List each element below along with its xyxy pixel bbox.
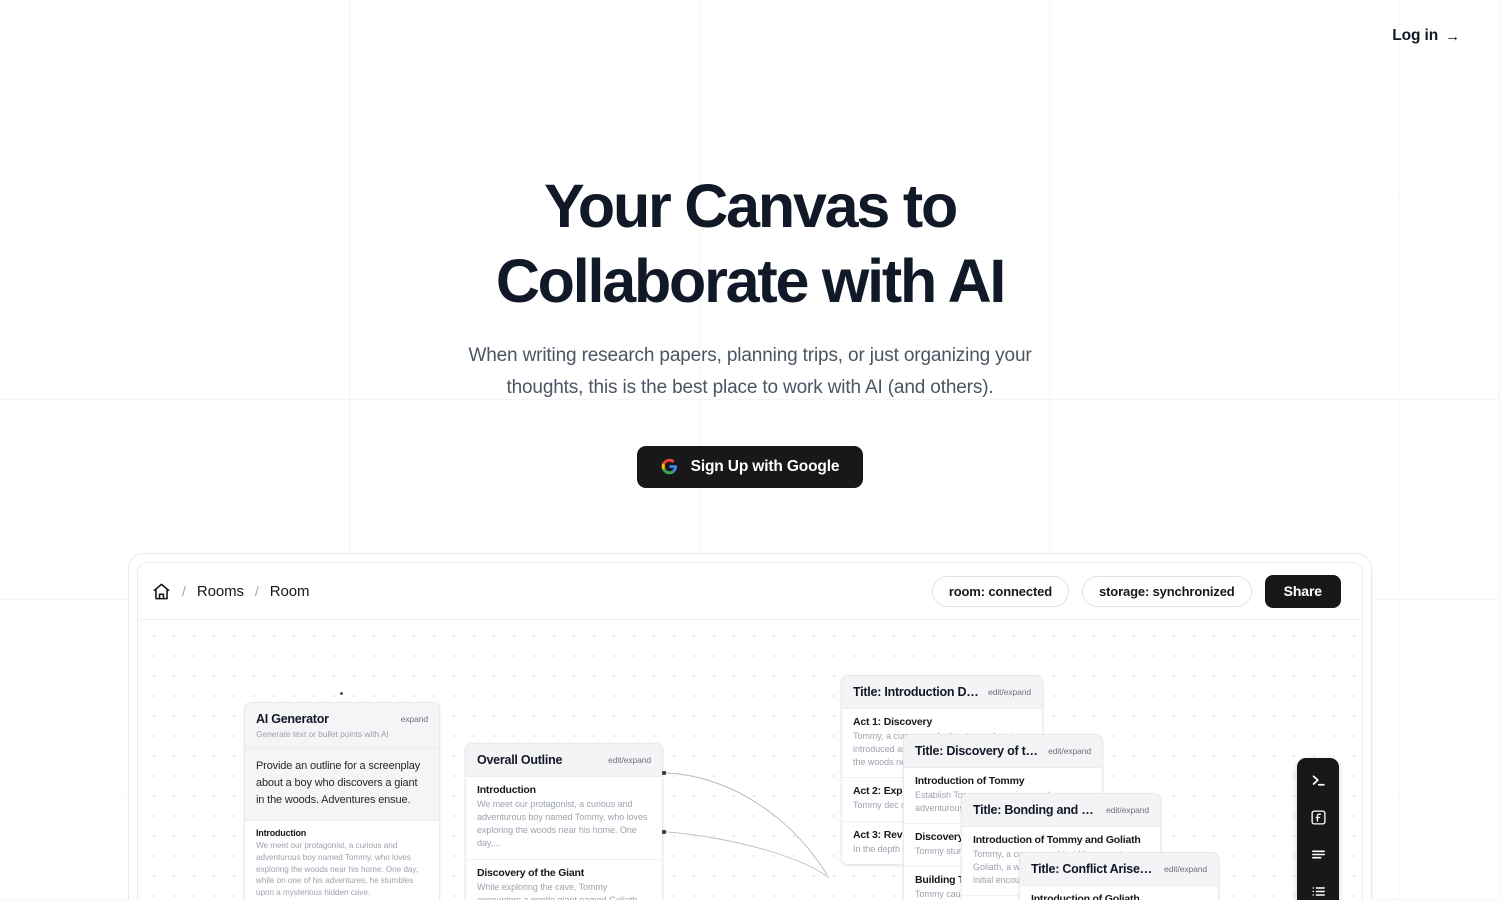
text-block-tool-button[interactable] (1303, 839, 1333, 869)
node-section-title: Introduction (256, 828, 307, 839)
node-edit-expand-button[interactable]: edit/expand (608, 753, 651, 765)
node-section: Introduction We meet our protagonist, a … (466, 777, 662, 860)
node-edit-expand-button[interactable]: edit/expand (1048, 744, 1091, 756)
node-section: Introduction of Goliath Tommy encounters… (1020, 886, 1218, 900)
node-header: AI Generator Generate text or bullet poi… (245, 703, 439, 749)
cta-container: Sign Up with Google (0, 445, 1500, 488)
hero-title-line-1: Your Canvas to (543, 172, 958, 240)
node-header-texts: Title: Conflict Arises De... (1031, 862, 1156, 876)
paragraph-lines-icon (1310, 846, 1327, 863)
page-title: Your Canvas to Collaborate with AI (0, 176, 1500, 312)
node-connector-handle[interactable] (662, 771, 666, 775)
node-connector-handle[interactable] (662, 830, 666, 834)
node-body: Provide an outline for a screenplay abou… (245, 749, 439, 900)
ai-prompt-tool-button[interactable] (1303, 765, 1333, 795)
terminal-prompt-icon (1310, 772, 1327, 789)
function-tool-button[interactable] (1303, 802, 1333, 832)
app-toolbar-right: room: connected storage: synchronized Sh… (931, 574, 1341, 608)
node-section-title: Act 1: Discovery (853, 716, 933, 728)
node-section: Introduction We meet our protagonist, a … (245, 821, 439, 900)
share-button[interactable]: Share (1264, 574, 1341, 608)
list-block-tool-button[interactable] (1303, 876, 1333, 900)
function-box-icon (1310, 809, 1327, 826)
node-section-title: Discovery of the Giant (477, 866, 585, 879)
node-section-text: We meet our protagonist, a curious and a… (256, 841, 418, 898)
node-title: AI Generator (256, 712, 329, 726)
canvas-node-overall-outline[interactable]: Overall Outline edit/expand Introduction… (465, 743, 663, 900)
node-section-title: Introduction (477, 784, 536, 796)
node-edit-expand-button[interactable]: edit/expand (988, 685, 1031, 697)
page-root: Log in → Your Canvas to Collaborate with… (0, 0, 1500, 900)
hero-title-line-2: Collaborate with AI (495, 247, 1007, 315)
node-header-texts: Overall Outline (477, 753, 600, 767)
app-window-inner: / Rooms / Room room: connected storage: … (137, 562, 1363, 900)
node-header-texts: Title: Discovery of the G... (915, 744, 1040, 758)
sign-up-label: Sign Up with Google (690, 457, 840, 475)
node-section-title: Introduction of Tommy and Goliath (973, 834, 1141, 846)
node-body: Introduction of Goliath Tommy encounters… (1020, 886, 1218, 900)
node-section-text: While exploring the cave, Tommy encounte… (477, 881, 640, 900)
node-header: Title: Introduction Descr... edit/expand (842, 676, 1042, 709)
home-icon[interactable] (152, 582, 171, 601)
node-title: Overall Outline (477, 753, 563, 767)
node-header-texts: AI Generator Generate text or bullet poi… (256, 712, 393, 739)
node-edit-expand-button[interactable]: edit/expand (1164, 862, 1207, 874)
canvas-node-ai-generator[interactable]: AI Generator Generate text or bullet poi… (244, 702, 440, 900)
status-badge-storage: storage: synchronized (1082, 575, 1252, 607)
canvas-node-conflict-arises[interactable]: Title: Conflict Arises De... edit/expand… (1019, 852, 1219, 900)
node-title: Title: Bonding and First ... (973, 803, 1098, 817)
node-subtitle: Generate text or bullet points with AI (256, 729, 389, 739)
breadcrumb-item-room[interactable]: Room (270, 583, 310, 600)
node-title: Title: Introduction Descr... (853, 685, 980, 699)
app-toolbar: / Rooms / Room room: connected storage: … (138, 563, 1362, 620)
node-section-title: Introduction of Tommy (915, 775, 1025, 787)
breadcrumb-item-rooms[interactable]: Rooms (197, 583, 244, 600)
node-header: Title: Discovery of the G... edit/expand (904, 735, 1102, 768)
node-header: Overall Outline edit/expand (466, 744, 662, 777)
status-badge-room: room: connected (931, 575, 1070, 607)
canvas-tool-rail (1297, 758, 1339, 900)
node-section-title: Introduction of Goliath (1031, 893, 1140, 900)
node-title: Title: Discovery of the G... (915, 744, 1040, 758)
node-header-texts: Title: Introduction Descr... (853, 685, 980, 699)
node-prompt-text[interactable]: Provide an outline for a screenplay abou… (245, 749, 439, 822)
breadcrumb: / Rooms / Room (152, 582, 310, 601)
node-header: Title: Bonding and First ... edit/expand (962, 794, 1160, 827)
bullet-list-icon (1310, 883, 1327, 900)
node-section: Discovery of the Giant While exploring t… (466, 860, 662, 900)
collaborative-canvas[interactable]: AI Generator Generate text or bullet poi… (138, 620, 1362, 900)
node-body: Introduction We meet our protagonist, a … (466, 777, 662, 900)
node-header-texts: Title: Bonding and First ... (973, 803, 1098, 817)
hero-section: Your Canvas to Collaborate with AI When … (0, 0, 1500, 488)
hero-subtitle: When writing research papers, planning t… (468, 345, 1032, 398)
node-header: Title: Conflict Arises De... edit/expand (1020, 853, 1218, 886)
node-edit-expand-button[interactable]: edit/expand (1106, 803, 1149, 815)
node-section-text: We meet our protagonist, a curious and a… (477, 799, 648, 849)
node-connector-dot[interactable] (340, 692, 343, 695)
app-window-preview: / Rooms / Room room: connected storage: … (128, 553, 1372, 900)
node-expand-button[interactable]: expand (401, 712, 428, 724)
breadcrumb-separator-2: / (254, 583, 259, 599)
google-g-icon (661, 458, 678, 475)
breadcrumb-separator-1: / (182, 583, 186, 599)
node-title: Title: Conflict Arises De... (1031, 862, 1156, 876)
sign-up-with-google-button[interactable]: Sign Up with Google (636, 445, 864, 488)
